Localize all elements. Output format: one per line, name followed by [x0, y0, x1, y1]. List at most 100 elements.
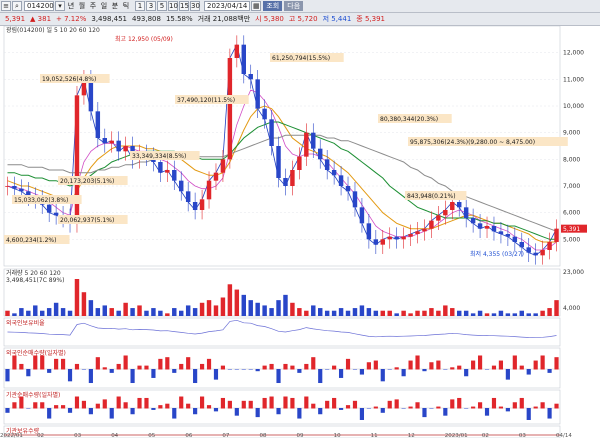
net-buy-bar	[345, 358, 351, 370]
net-buy-bar	[366, 408, 371, 409]
period-type-2[interactable]: 주	[88, 1, 98, 11]
period-count-3[interactable]: 3	[146, 1, 156, 11]
net-buy-bar	[332, 365, 337, 370]
net-buy-bar	[332, 397, 337, 409]
date-tick-label: 02	[37, 433, 44, 438]
volume-bar	[172, 308, 177, 316]
net-buy-bar	[554, 357, 559, 370]
volume-bar	[144, 310, 149, 316]
indicator-pane-3	[3, 425, 561, 438]
period-count-5[interactable]: 5	[157, 1, 167, 11]
volume-bar	[415, 310, 420, 316]
period-count-30[interactable]: 30	[190, 1, 200, 11]
net-buy-bar	[477, 402, 483, 409]
volume-bar	[422, 310, 427, 316]
date-tick-label: 02	[482, 433, 489, 438]
next-button[interactable]: 다음	[284, 1, 304, 11]
net-buy-bar	[394, 367, 399, 370]
net-buy-bar	[137, 365, 142, 370]
period-count-10[interactable]: 10	[168, 1, 178, 11]
net-buy-bar	[471, 360, 476, 370]
net-buy-bar	[443, 369, 448, 370]
candle-body	[352, 191, 358, 208]
volume-bar	[394, 313, 399, 316]
calendar-icon[interactable]: ▦	[251, 1, 262, 11]
candle-body	[192, 202, 198, 210]
candle-body	[519, 242, 524, 248]
candle-body	[540, 250, 545, 256]
net-buy-bar	[88, 369, 93, 384]
volume-bar	[88, 300, 94, 316]
volume-legend: 거래량 5 20 60 120	[6, 269, 61, 277]
volume-value: 3,498,451(7C 89%)	[6, 277, 64, 284]
net-buy-bar	[172, 369, 177, 373]
volume-bar	[429, 308, 434, 316]
period-type-5[interactable]: 틱	[121, 1, 131, 11]
period-count-1[interactable]: 1	[135, 1, 145, 11]
high-price-label: 최고 12,950 (05/09)	[115, 35, 173, 43]
net-buy-bar	[227, 400, 232, 409]
candle-body	[505, 234, 511, 237]
volume-bar	[151, 308, 156, 316]
volume-bar	[199, 302, 205, 316]
search-button[interactable]: 조회	[263, 1, 283, 11]
net-buy-bar	[47, 369, 52, 373]
volume-bar	[234, 289, 240, 316]
net-buy-bar	[47, 408, 52, 419]
candle-body	[366, 223, 372, 240]
volume-bar	[526, 313, 531, 316]
net-buy-bar	[220, 365, 226, 370]
volume-bar	[227, 284, 233, 316]
candle-body	[185, 191, 191, 202]
net-buy-bar	[165, 403, 170, 409]
candle-body	[297, 156, 302, 170]
volume-bar	[46, 308, 52, 316]
net-buy-bar	[338, 408, 344, 410]
candle-body	[283, 178, 288, 186]
volume-bar	[345, 310, 351, 316]
volume-bar	[116, 310, 121, 316]
volume-bar	[109, 308, 114, 316]
candle-body	[311, 132, 316, 149]
period-type-0[interactable]: 년	[66, 1, 76, 11]
period-type-4[interactable]: 분	[110, 1, 120, 11]
net-buy-bar	[484, 408, 490, 416]
period-type-3[interactable]: 일	[99, 1, 109, 11]
symbol-code-input[interactable]: 014200	[24, 1, 54, 11]
chevron-down-icon[interactable]: ▾	[55, 1, 65, 11]
net-buy-bar	[186, 403, 191, 409]
volume-bar	[387, 310, 392, 316]
net-buy-bar	[74, 363, 80, 370]
candle-body	[470, 218, 476, 224]
candle-body	[463, 207, 469, 218]
candle-body	[269, 119, 274, 146]
candle-body	[345, 186, 351, 192]
date-field[interactable]: 2023/04/14	[204, 1, 251, 11]
net-buy-bar	[338, 369, 344, 378]
volume-bar	[185, 305, 191, 316]
candle-body	[331, 170, 337, 176]
net-buy-bar	[429, 408, 434, 409]
date-tick-label: 09	[297, 433, 304, 438]
net-buy-bar	[81, 369, 87, 370]
net-buy-bar	[199, 363, 205, 370]
candle-body	[255, 79, 260, 109]
date-tick-label: 06	[185, 433, 192, 438]
net-buy-bar	[262, 397, 267, 409]
date-tick-label: 03	[74, 433, 81, 438]
volume-bar	[484, 313, 490, 316]
volume-bar	[547, 308, 552, 316]
volume-bar	[297, 308, 302, 316]
volume-bar	[283, 294, 288, 316]
net-buy-bar	[95, 403, 100, 409]
search-icon[interactable]: ⌕	[12, 1, 22, 11]
net-buy-bar	[172, 408, 177, 419]
annotation-label: 4,600,234(1.2%)	[6, 237, 56, 244]
period-count-15[interactable]: 15	[179, 1, 189, 11]
period-type-1[interactable]: 월	[77, 1, 87, 11]
annotation-label: 19,052,526(4.8%)	[42, 76, 96, 83]
net-buy-bar	[457, 397, 462, 409]
price-tick-label: 10,000	[563, 103, 584, 110]
menu-icon[interactable]: ≡	[1, 1, 11, 11]
candle-body	[53, 212, 59, 216]
